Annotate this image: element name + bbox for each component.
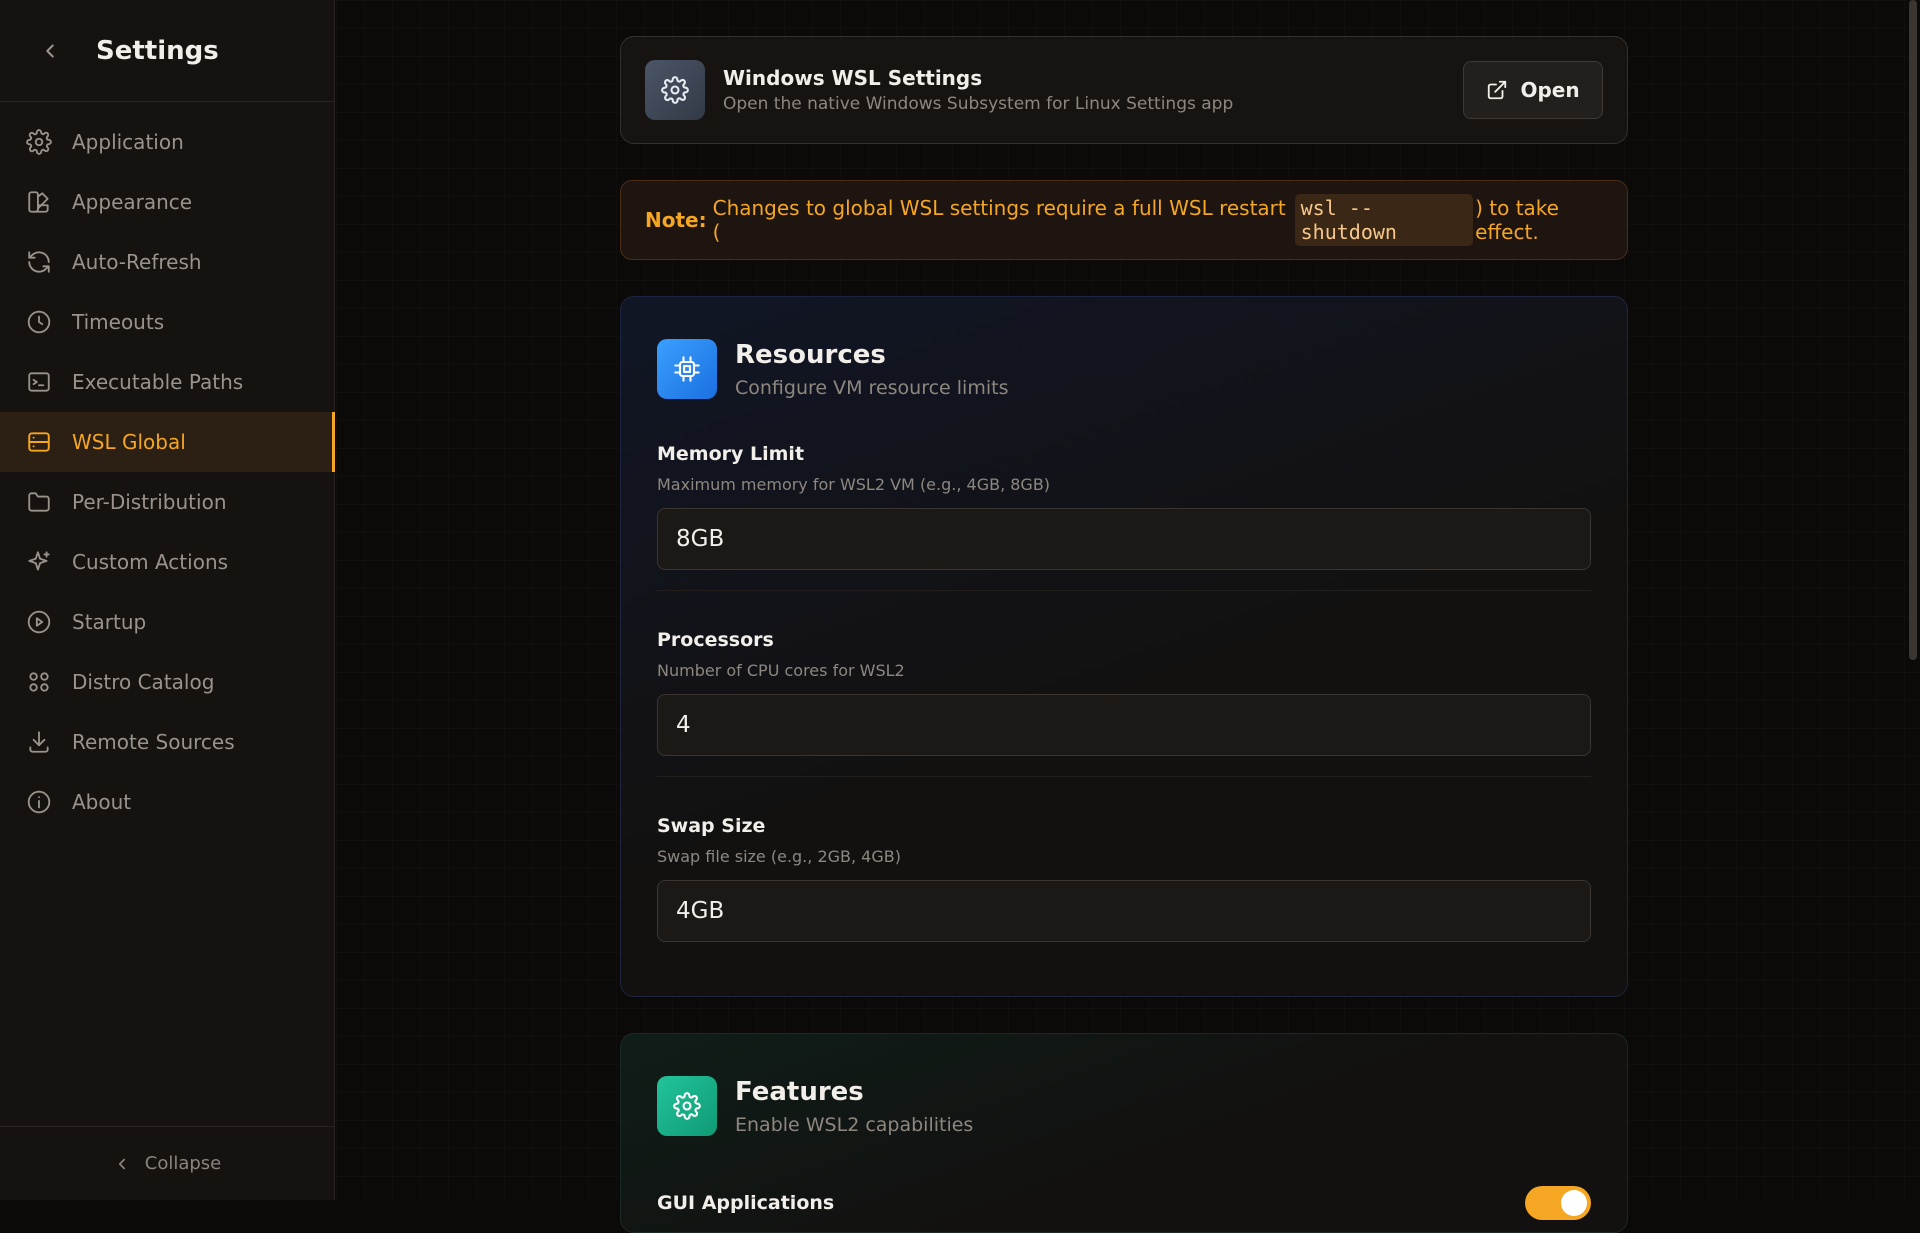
resources-header: Resources Configure VM resource limits [657,339,1591,399]
info-icon [25,788,53,816]
divider [657,590,1591,591]
play-circle-icon [25,608,53,636]
sidebar-title: Settings [96,35,219,66]
sparkle-icon [25,548,53,576]
refresh-icon [25,248,53,276]
sidebar-header: Settings [0,0,334,102]
swap-size-help: Swap file size (e.g., 2GB, 4GB) [657,847,901,866]
clock-icon [25,308,53,336]
chevron-left-icon [46,43,54,58]
main-content: Windows WSL Settings Open the native Win… [620,36,1628,1233]
swap-size-field: Swap Size Swap file size (e.g., 2GB, 4GB… [657,815,1591,942]
sidebar-item-label: WSL Global [72,430,186,454]
sidebar-item-per-distribution[interactable]: Per-Distribution [0,472,334,532]
grid-icon [25,668,53,696]
sidebar-item-label: Executable Paths [72,370,244,394]
server-icon [25,428,53,456]
gui-applications-toggle[interactable] [1525,1186,1591,1220]
external-link-icon [1488,80,1507,100]
divider [657,776,1591,777]
sidebar-item-wsl-global[interactable]: WSL Global [0,412,335,472]
resources-title: Resources [735,340,886,370]
sidebar-item-appearance[interactable]: Appearance [0,172,334,232]
windows-wsl-settings-subtitle: Open the native Windows Subsystem for Li… [723,94,1234,114]
memory-limit-label: Memory Limit [657,443,805,465]
sidebar-item-label: Per-Distribution [72,490,227,514]
back-button[interactable] [30,31,70,71]
sidebar-item-label: Application [72,130,184,154]
sidebar-item-about[interactable]: About [0,772,334,832]
sidebar-item-label: Distro Catalog [72,670,215,694]
gear-icon [645,60,705,120]
scrollbar-thumb[interactable] [1909,0,1917,660]
sidebar-item-label: About [72,790,132,814]
windows-wsl-settings-title: Windows WSL Settings [723,66,983,90]
page-scrollbar[interactable] [1906,0,1920,1200]
sidebar-nav: Application Appearance Auto-Refresh Time… [0,102,335,832]
windows-wsl-settings-card: Windows WSL Settings Open the native Win… [620,36,1628,144]
sidebar-item-remote-sources[interactable]: Remote Sources [0,712,334,772]
swap-size-input[interactable] [657,880,1591,942]
note-text-before: Changes to global WSL settings require a… [712,196,1286,244]
sidebar-item-application[interactable]: Application [0,112,334,172]
sidebar-item-distro-catalog[interactable]: Distro Catalog [0,652,334,712]
gui-applications-row: GUI Applications [657,1186,1591,1220]
sidebar-item-startup[interactable]: Startup [0,592,334,652]
sidebar-item-timeouts[interactable]: Timeouts [0,292,334,352]
sidebar-item-label: Custom Actions [72,550,229,574]
windows-wsl-settings-text: Windows WSL Settings Open the native Win… [723,66,1463,114]
note-text-after: ) to take effect. [1475,196,1559,244]
sidebar-item-executable-paths[interactable]: Executable Paths [0,352,334,412]
features-section: Features Enable WSL2 capabilities GUI Ap… [620,1033,1628,1233]
memory-limit-help: Maximum memory for WSL2 VM (e.g., 4GB, 8… [657,475,1051,494]
sidebar-item-auto-refresh[interactable]: Auto-Refresh [0,232,334,292]
terminal-icon [25,368,53,396]
palette-icon [25,188,53,216]
note-prefix: Note: [645,208,707,232]
features-subtitle: Enable WSL2 capabilities [735,1114,974,1136]
collapse-button[interactable]: Collapse [0,1126,334,1200]
gear-icon [25,128,53,156]
sidebar-item-label: Auto-Refresh [72,250,202,274]
download-icon [25,728,53,756]
resources-subtitle: Configure VM resource limits [735,377,1009,399]
open-button-label: Open [1520,78,1580,102]
note-code: wsl --shutdown [1294,194,1474,246]
features-header: Features Enable WSL2 capabilities [657,1076,1591,1136]
gear-icon [657,1076,717,1136]
processors-input[interactable] [657,694,1591,756]
chevron-left-icon [118,1158,125,1169]
features-title: Features [735,1077,864,1107]
gui-applications-label: GUI Applications [657,1192,835,1214]
sidebar-item-label: Appearance [72,190,193,214]
memory-limit-input[interactable] [657,508,1591,570]
sidebar-item-custom-actions[interactable]: Custom Actions [0,532,334,592]
sidebar-item-label: Remote Sources [72,730,235,754]
open-button[interactable]: Open [1463,61,1603,119]
sidebar-item-label: Startup [72,610,147,634]
processors-field: Processors Number of CPU cores for WSL2 [657,629,1591,756]
cpu-icon [657,339,717,399]
processors-help: Number of CPU cores for WSL2 [657,661,905,680]
resources-section: Resources Configure VM resource limits M… [620,296,1628,997]
restart-note: Note: Changes to global WSL settings req… [620,180,1628,260]
sidebar: Settings Application Appearance Auto-Ref… [0,0,335,1200]
memory-limit-field: Memory Limit Maximum memory for WSL2 VM … [657,443,1591,570]
processors-label: Processors [657,629,774,651]
collapse-label: Collapse [144,1153,222,1174]
swap-size-label: Swap Size [657,815,766,837]
folder-icon [25,488,53,516]
sidebar-item-label: Timeouts [72,310,165,334]
